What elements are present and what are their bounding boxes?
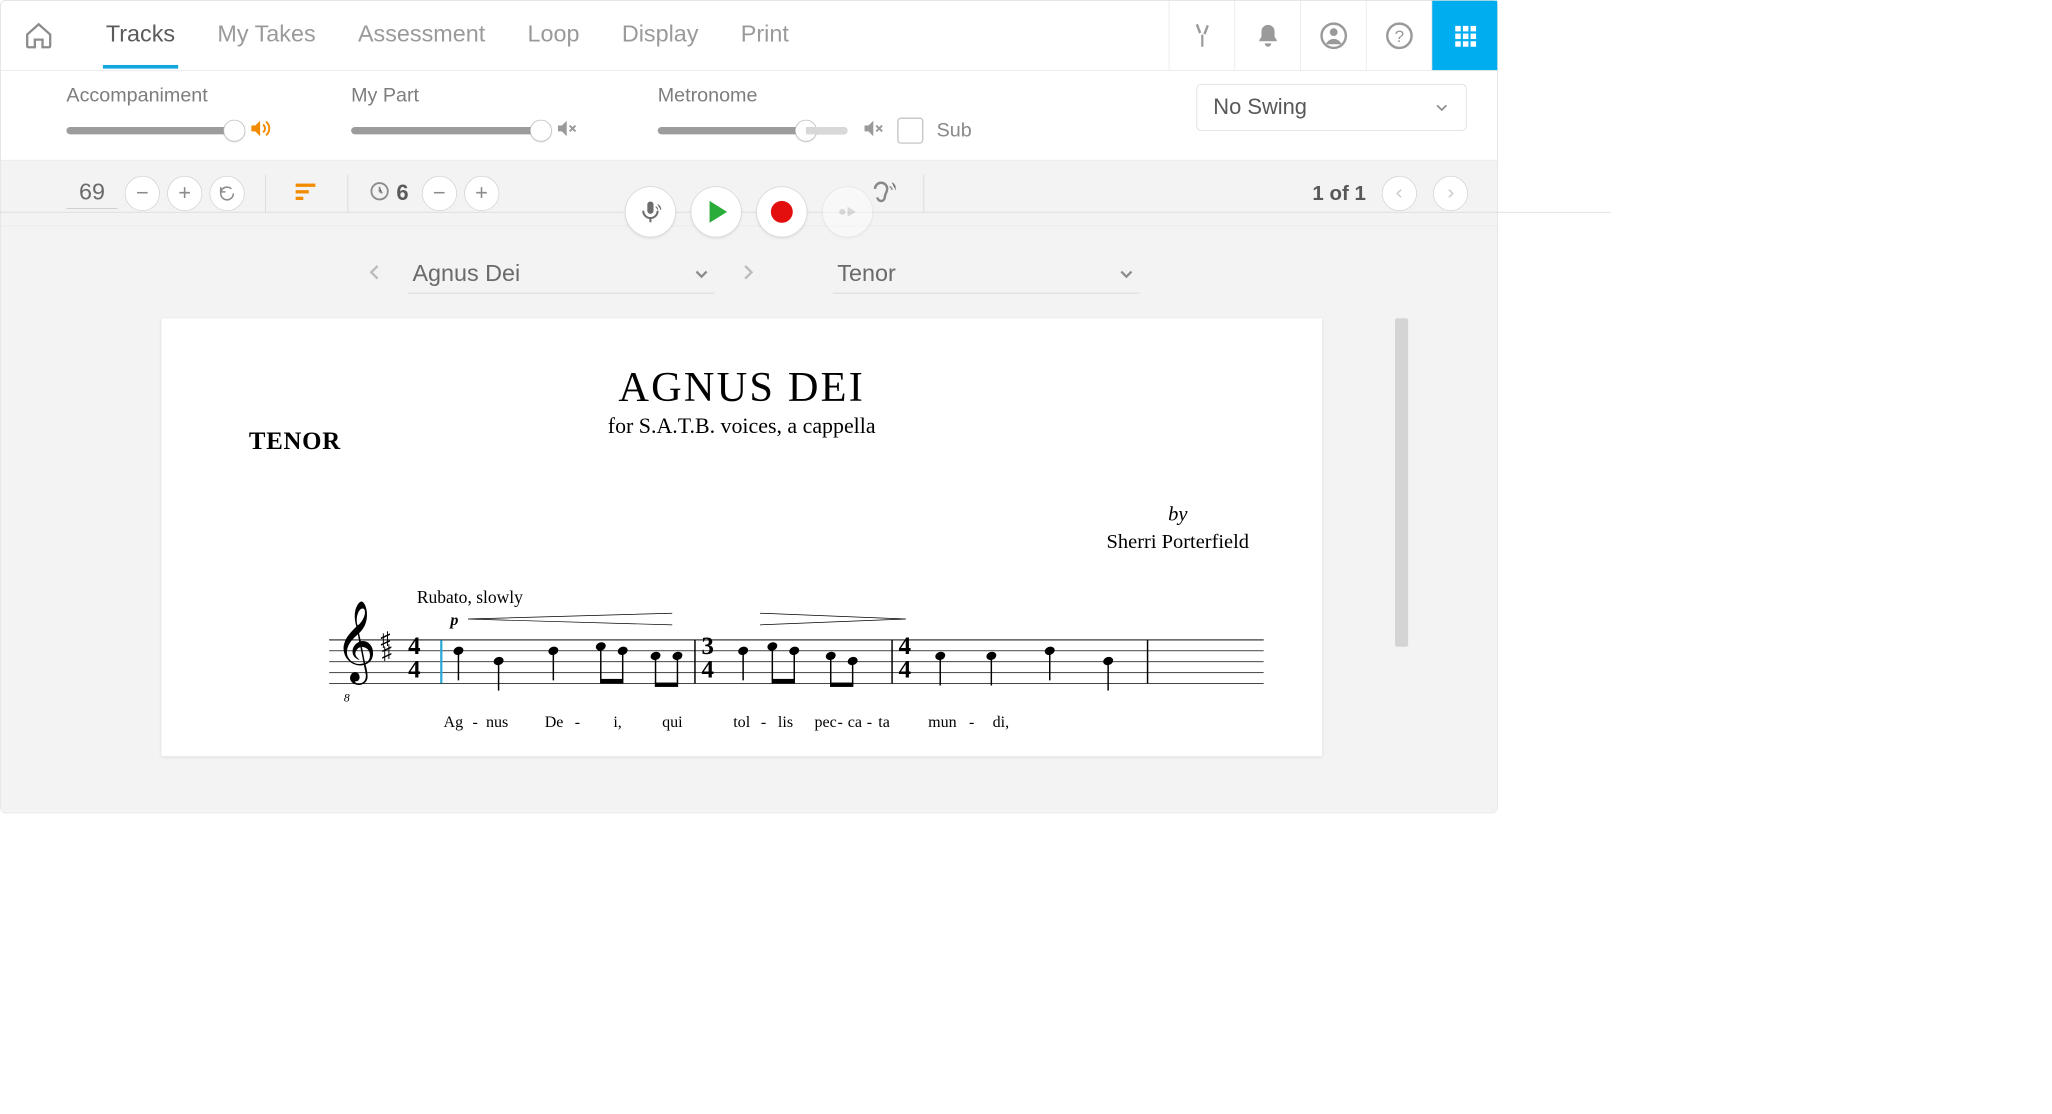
page-indicator: 1 of 1 [1312,181,1365,204]
key-signature: ♯ ♯ [380,634,387,660]
chevron-right-icon [1444,187,1457,200]
composer-name: Sherri Porterfield [1107,528,1249,556]
swing-value: No Swing [1213,95,1307,120]
mypart-label: My Part [351,84,577,107]
volume-on-icon[interactable] [247,117,270,144]
apps-grid-icon [1452,22,1478,48]
help-button[interactable]: ? [1366,1,1432,70]
user-icon [1319,21,1348,50]
volume-mute-icon[interactable] [554,117,577,144]
practice-button[interactable] [822,186,873,237]
staff: 𝄞 8 ♯ ♯ 44 34 44 [329,639,1263,683]
tempo-marking: Rubato, slowly [417,588,523,608]
part-value: Tenor [837,260,895,287]
sheet-area: TENOR AGNUS DEI for S.A.T.B. voices, a c… [1,311,1498,812]
mixer-bar: Accompaniment My Part Metronome Sub N [1,71,1498,161]
time-signature-2: 34 [702,635,714,682]
microphone-icon [638,199,663,224]
home-icon [23,20,54,51]
reset-icon [218,184,237,203]
accompaniment-label: Accompaniment [66,84,270,107]
tempo-increase-button[interactable]: + [167,176,202,211]
tempo-decrease-button[interactable]: − [125,176,160,211]
chevron-down-icon [1434,99,1450,115]
volume-mute-icon[interactable] [861,117,884,144]
piece-prev-button[interactable] [358,255,392,292]
octave-marking: 8 [344,692,350,705]
tab-display[interactable]: Display [619,3,701,69]
chevron-down-icon [693,265,711,283]
home-button[interactable] [17,14,61,58]
part-select[interactable]: Tenor [833,254,1140,293]
play-button[interactable] [691,186,742,237]
piece-next-button[interactable] [731,255,765,292]
playhead-cursor[interactable] [440,639,442,683]
apps-button[interactable] [1432,1,1498,70]
tempo-value[interactable]: 69 [66,178,117,209]
chevron-down-icon [1118,265,1136,283]
decrescendo-hairpin [760,612,906,627]
tuner-button[interactable] [1169,1,1235,70]
sub-label: Sub [937,119,972,142]
counts-increase-button[interactable]: + [464,176,499,211]
tuning-fork-icon [1189,22,1215,48]
chevron-left-icon [366,262,385,281]
page-next-button[interactable] [1433,176,1468,211]
scrollbar[interactable] [1395,318,1408,647]
practice-icon [835,199,860,224]
score-page[interactable]: TENOR AGNUS DEI for S.A.T.B. voices, a c… [161,318,1322,756]
clock-icon [369,180,391,206]
piece-select[interactable]: Agnus Dei [408,254,715,293]
pager: 1 of 1 [1312,176,1468,211]
count-off-icon[interactable] [293,180,319,206]
tab-bar: Tracks My Takes Assessment Loop Display … [103,3,792,69]
tab-my-takes[interactable]: My Takes [214,3,318,69]
play-icon [710,201,728,223]
score-subtitle: for S.A.T.B. voices, a cappella [220,414,1264,439]
tab-tracks[interactable]: Tracks [103,3,178,69]
score-byline: by Sherri Porterfield [1107,501,1249,556]
svg-text:?: ? [1394,26,1403,45]
help-icon: ? [1384,21,1413,50]
crescendo-hairpin [468,612,672,627]
time-signature-3: 44 [899,635,911,682]
notifications-button[interactable] [1234,1,1300,70]
counts-decrease-button[interactable]: − [422,176,457,211]
record-icon [771,201,793,223]
mic-button[interactable] [625,186,676,237]
chevron-right-icon [738,262,757,281]
piece-value: Agnus Dei [412,260,520,287]
chevron-left-icon [1393,187,1406,200]
score-title: AGNUS DEI [220,362,1264,411]
tempo-reset-button[interactable] [210,176,245,211]
mypart-slider[interactable] [351,127,541,134]
metronome-label: Metronome [658,84,972,107]
record-button[interactable] [756,186,807,237]
score-part-name: TENOR [249,428,341,456]
accompaniment-slider[interactable] [66,127,234,134]
tab-loop[interactable]: Loop [525,3,583,69]
metronome-slider[interactable] [658,127,848,134]
by-label: by [1107,501,1249,529]
bell-icon [1255,22,1281,48]
top-nav-right: ? [1169,1,1498,70]
counts-value: 6 [396,181,408,206]
swing-select[interactable]: No Swing [1196,84,1466,131]
page-prev-button[interactable] [1382,176,1417,211]
selector-row: Agnus Dei Tenor [1,226,1498,311]
treble-clef-icon: 𝄞 [335,619,376,663]
tab-print[interactable]: Print [738,3,792,69]
metronome-control: Metronome Sub [658,84,972,144]
accompaniment-control: Accompaniment [66,84,270,144]
mypart-control: My Part [351,84,577,144]
account-button[interactable] [1300,1,1366,70]
dynamic-marking: p [450,610,458,629]
transport-bar: 69 − + 6 − + 1 of 1 [1,161,1498,227]
sub-checkbox[interactable] [897,117,923,143]
transport-center [618,186,881,237]
tab-assessment[interactable]: Assessment [355,3,488,69]
top-nav: Tracks My Takes Assessment Loop Display … [1,1,1498,71]
time-signature-1: 44 [408,635,420,682]
